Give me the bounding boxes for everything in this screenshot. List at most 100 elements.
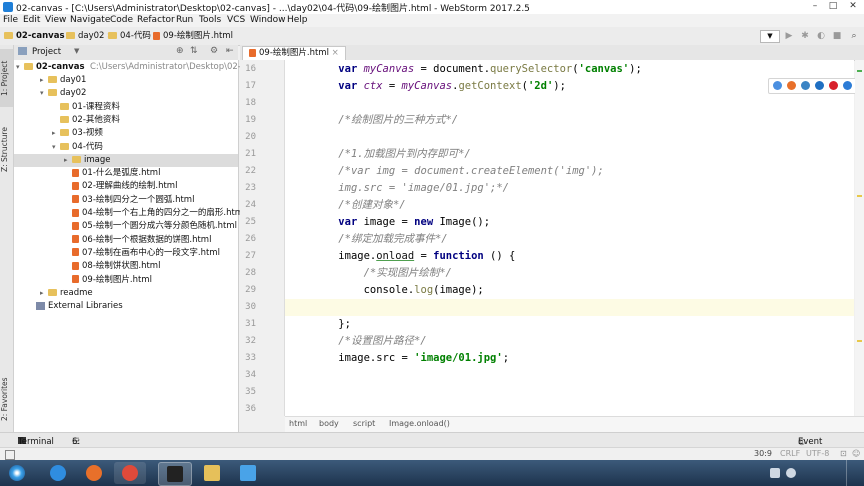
run-config-dropdown[interactable]: ▼ [760,30,780,43]
menu-view[interactable]: View [45,14,66,27]
code-line[interactable]: /*设置图片路径*/ [285,333,854,350]
chevron-down-icon[interactable]: ▼ [74,47,79,55]
tree-item[interactable]: 02-其他资料 [14,114,238,127]
minimize-button[interactable]: – [808,0,822,13]
menu-refactor[interactable]: Refactor [137,14,175,27]
menu-file[interactable]: File [3,14,18,27]
lock-icon[interactable]: ⊡ [840,449,847,458]
code-line[interactable]: var image = new Image(); [285,214,854,231]
tree-item[interactable]: 07-绘制在画布中心的一段文字.html [14,247,238,260]
tree-item[interactable]: ▸ 03-视频 [14,127,238,140]
menu-tools[interactable]: Tools [199,14,221,27]
close-tab-icon[interactable]: × [332,48,339,58]
scroll-from-source-icon[interactable]: ⊕ [176,46,184,56]
code-line[interactable]: /*实现图片绘制*/ [285,265,854,282]
collapse-all-icon[interactable]: ⇅ [190,46,198,56]
menu-vcs[interactable]: VCS [227,14,245,27]
editor-tab[interactable]: 09-绘制图片.html × [242,46,346,60]
code-line[interactable]: }; [285,316,854,333]
code-line[interactable] [285,129,854,146]
start-button[interactable] [2,462,32,484]
code-line[interactable]: var myCanvas = document.querySelector('c… [285,61,854,78]
nav-crumb-day02[interactable]: day02 › [66,30,111,42]
firefox-icon[interactable] [787,81,796,90]
gear-icon[interactable]: ⚙ [210,46,218,56]
file-encoding[interactable]: UTF-8 [806,449,829,458]
project-tool-tab[interactable]: 1: Project [0,49,13,107]
chrome-icon[interactable] [773,81,782,90]
show-desktop-button[interactable] [846,460,863,486]
tray-network-icon[interactable] [770,468,780,478]
code-line[interactable]: /*1.加载图片到内存即可*/ [285,146,854,163]
nav-crumb-file[interactable]: 09-绘制图片.html [153,30,233,42]
taskbar-ie[interactable] [42,462,74,484]
menu-window[interactable]: Window [250,14,286,27]
structure-tool-tab[interactable]: Z: Structure [0,115,13,185]
tree-item[interactable]: 08-绘制饼状图.html [14,260,238,273]
maximize-button[interactable]: □ [826,0,840,13]
coverage-icon[interactable]: ◐ [815,30,827,42]
code-line[interactable]: /*var img = document.createElement('img'… [285,163,854,180]
run-icon[interactable]: ▶ [783,30,795,42]
tree-item[interactable]: 04-绘制一个右上角的四分之一的扇形.html [14,207,245,220]
taskbar-explorer[interactable] [196,462,228,484]
taskbar-chrome[interactable] [114,462,146,484]
code-line[interactable]: image.onload = function () { [285,248,854,265]
safari-icon[interactable] [801,81,810,90]
tree-item[interactable]: External Libraries [14,300,238,313]
tree-item[interactable]: ▾ day02 [14,87,238,100]
tree-item[interactable]: 01-什么是弧度.html [14,167,238,180]
code-line[interactable] [285,299,854,316]
code-line[interactable] [285,384,854,401]
taskbar-firefox[interactable] [78,462,110,484]
search-everywhere-icon[interactable]: ⌕ [848,30,860,42]
inspector-icon[interactable]: ☺ [852,449,860,458]
breadcrumb-function[interactable]: Image.onload() [389,419,450,428]
tree-item[interactable]: ▸ readme [14,287,238,300]
tree-item[interactable]: 09-绘制图片.html [14,274,238,287]
tree-item[interactable]: ▸ day01 [14,74,238,87]
ie-icon[interactable] [815,81,824,90]
menu-edit[interactable]: Edit [23,14,40,27]
tree-item[interactable]: 02-理解曲线的绘制.html [14,180,238,193]
code-line[interactable] [285,95,854,112]
menu-navigate[interactable]: Navigate [70,14,110,27]
breadcrumb-script[interactable]: script [353,419,375,428]
menu-run[interactable]: Run [176,14,193,27]
menu-help[interactable]: Help [287,14,308,27]
breadcrumb-body[interactable]: body [319,419,339,428]
project-view-selector[interactable]: Project [32,47,61,57]
tree-item[interactable]: 06-绘制一个根据数据的饼图.html [14,234,238,247]
nav-crumb-project[interactable]: 02-canvas › [4,30,71,42]
tree-item[interactable]: ▾ 04-代码 [14,141,238,154]
stop-icon[interactable]: ■ [831,30,843,42]
code-line[interactable] [285,401,854,416]
hide-panel-icon[interactable]: ⇤ [226,46,234,56]
caret-position[interactable]: 30:9 [754,449,772,458]
code-line[interactable]: image.src = 'image/01.jpg'; [285,350,854,367]
tree-item[interactable]: ▸ image [14,153,238,167]
code-line[interactable]: /*创建对象*/ [285,197,854,214]
code-editor[interactable]: var myCanvas = document.querySelector('c… [285,60,854,416]
code-line[interactable] [285,367,854,384]
tree-root[interactable]: ▾ 02-canvas C:\Users\Administrator\Deskto… [16,61,271,74]
editor-scrollbar[interactable] [855,60,864,416]
menu-code[interactable]: Code [110,14,133,27]
favorites-tool-tab[interactable]: 2: Favorites [0,370,13,428]
code-line[interactable]: /*绘制图片的三种方式*/ [285,112,854,129]
code-line[interactable]: /*绑定加载完成事件*/ [285,231,854,248]
nav-crumb-code[interactable]: 04-代码 › [108,30,157,42]
tree-item[interactable]: 05-绘制一个圆分成六等分颜色随机.html [14,220,238,233]
tool-windows-icon[interactable] [5,450,15,460]
code-line[interactable]: img.src = 'image/01.jpg';*/ [285,180,854,197]
tree-item[interactable]: 01-课程资料 [14,101,238,114]
debug-icon[interactable]: ✱ [799,30,811,42]
code-line[interactable]: console.log(image); [285,282,854,299]
close-button[interactable]: ✕ [846,0,860,13]
tray-volume-icon[interactable] [786,468,796,478]
breadcrumb-html[interactable]: html [289,419,307,428]
taskbar-webstorm[interactable] [158,462,192,486]
line-separator[interactable]: CRLF [780,449,800,458]
edge-icon[interactable] [843,81,852,90]
tree-item[interactable]: 03-绘制四分之一个圆弧.html [14,194,238,207]
